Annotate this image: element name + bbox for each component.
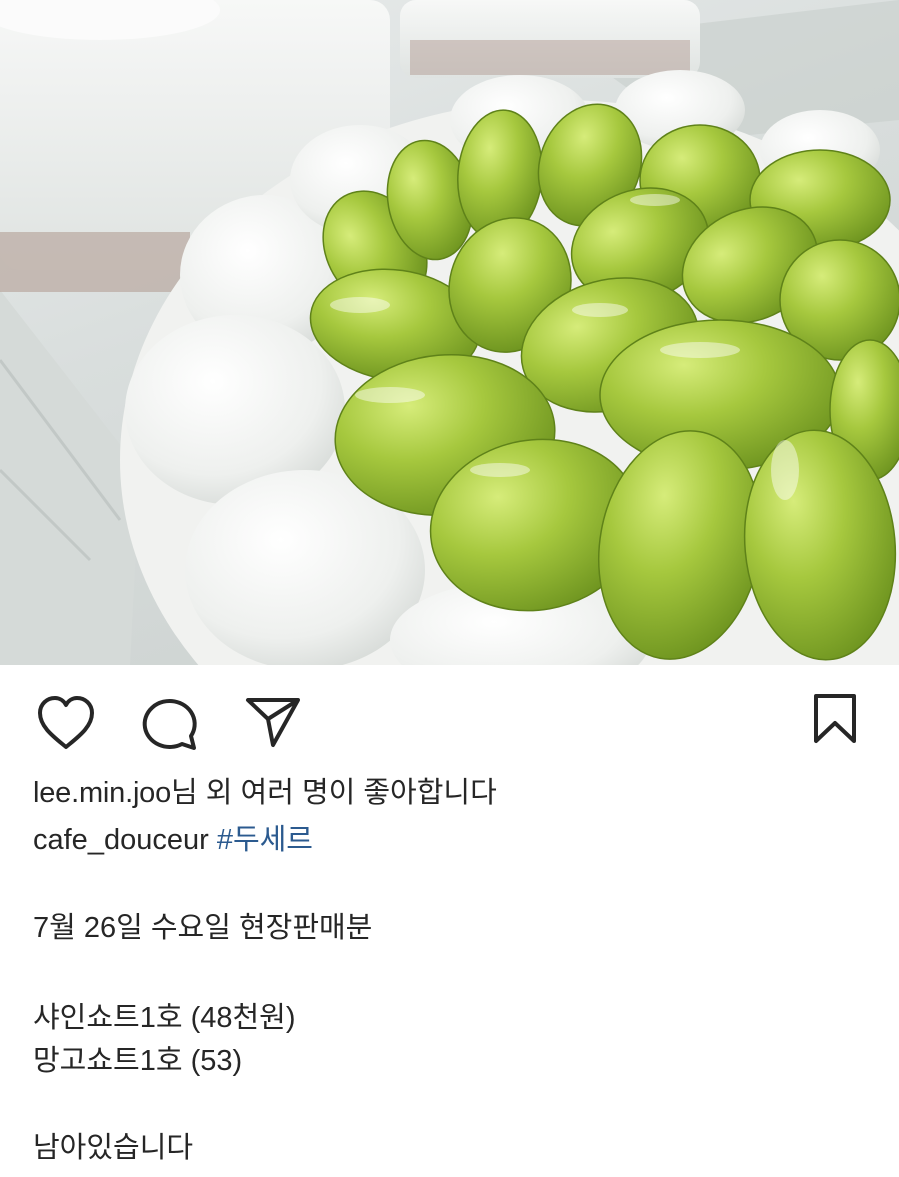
heart-icon[interactable]	[36, 695, 96, 751]
cake-image	[0, 0, 899, 665]
author-username[interactable]: cafe_douceur	[33, 824, 209, 856]
paper-plane-icon[interactable]	[245, 695, 301, 749]
hashtag-link[interactable]: #두세르	[217, 824, 313, 856]
post-photo[interactable]	[0, 0, 899, 665]
post-action-bar	[0, 665, 899, 770]
caption-line-item-1: 샤인쇼트1호 (48천원)	[33, 1002, 296, 1034]
likes-suffix: 님 외 여러 명이 좋아합니다	[171, 777, 497, 809]
caption-line-remaining: 남아있습니다	[33, 1132, 194, 1164]
caption-line-item-2: 망고쇼트1호 (53)	[33, 1045, 243, 1077]
liker-username[interactable]: lee.min.joo	[33, 777, 171, 809]
bookmark-icon[interactable]	[812, 693, 858, 745]
caption-line-date: 7월 26일 수요일 현장판매분	[33, 912, 373, 944]
caption-header: cafe_douceur #두세르	[33, 820, 313, 860]
likes-summary: lee.min.joo님 외 여러 명이 좋아합니다	[33, 773, 497, 813]
speech-bubble-icon[interactable]	[142, 695, 202, 751]
